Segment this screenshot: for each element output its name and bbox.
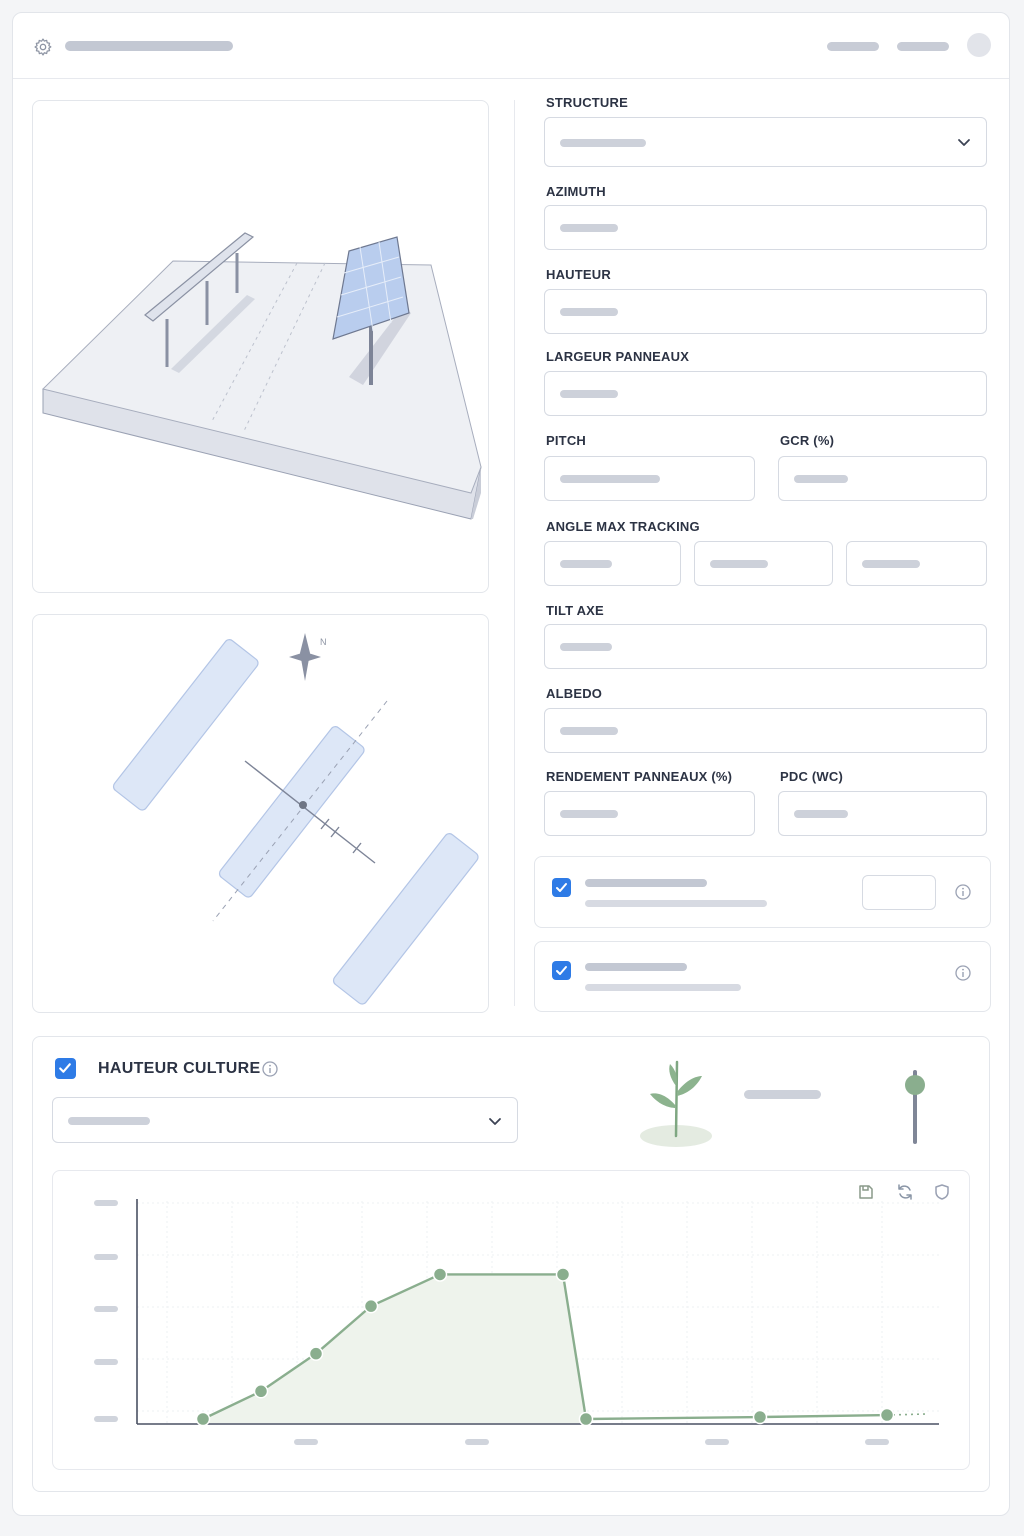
data-point <box>195 1411 211 1427</box>
y-tick-label <box>94 1359 118 1365</box>
largeur-field[interactable] <box>544 371 987 416</box>
culture-value-placeholder <box>744 1090 821 1099</box>
option-checkbox[interactable] <box>552 878 571 897</box>
culture-title: HAUTEUR CULTURE <box>98 1060 261 1077</box>
tilt-axe-label: TILT AXE <box>546 603 604 618</box>
plant-3d-view[interactable] <box>32 100 489 593</box>
culture-select[interactable] <box>52 1097 518 1143</box>
largeur-label: LARGEUR PANNEAUX <box>546 349 690 364</box>
solar-array-3d-illustration <box>42 232 482 520</box>
app-title-placeholder <box>65 41 233 51</box>
chevron-down-icon <box>489 1118 501 1125</box>
y-tick-label <box>94 1416 118 1422</box>
chart-plot <box>94 1199 939 1445</box>
check-icon <box>59 1063 71 1073</box>
azimuth-label: AZIMUTH <box>546 184 606 199</box>
slider-handle[interactable] <box>905 1074 925 1095</box>
info-icon[interactable] <box>955 884 971 900</box>
azimuth-field[interactable] <box>544 205 987 250</box>
gcr-label: GCR (%) <box>780 433 835 448</box>
nav-link-placeholder[interactable] <box>897 42 949 51</box>
x-tick-label <box>294 1439 318 1445</box>
y-tick-label <box>94 1254 118 1260</box>
pdc-label: PDC (WC) <box>780 769 843 784</box>
panel-row <box>332 833 479 1005</box>
rendement-label: RENDEMENT PANNEAUX (%) <box>546 769 733 784</box>
series-area <box>203 1274 586 1423</box>
x-tick-label <box>865 1439 889 1445</box>
data-point <box>432 1267 448 1282</box>
x-tick-label <box>705 1439 729 1445</box>
hauteur-label: HAUTEUR <box>546 267 611 282</box>
culture-checkbox[interactable] <box>55 1058 76 1079</box>
nav-link-placeholder[interactable] <box>827 42 879 51</box>
panel-row <box>112 639 259 811</box>
check-icon <box>556 966 567 975</box>
plant-layout-2d-view[interactable]: N <box>32 614 489 1013</box>
panel-row <box>218 726 365 898</box>
angle-tracking-field-1[interactable] <box>544 541 681 586</box>
avatar[interactable] <box>967 33 991 57</box>
option-title-placeholder <box>585 879 707 887</box>
chevron-down-icon <box>958 139 970 146</box>
option-value-field[interactable] <box>862 875 936 910</box>
tilt-axe-field[interactable] <box>544 624 987 669</box>
y-tick-label <box>94 1200 118 1206</box>
structure-select[interactable] <box>544 117 987 167</box>
option-checkbox[interactable] <box>552 961 571 980</box>
option-row <box>534 941 991 1012</box>
info-icon[interactable] <box>955 965 971 981</box>
data-point <box>555 1267 571 1282</box>
data-point <box>253 1384 269 1399</box>
structure-label: STRUCTURE <box>546 95 628 110</box>
data-point <box>308 1346 324 1361</box>
angle-tracking-field-3[interactable] <box>846 541 987 586</box>
column-divider <box>514 100 515 1006</box>
albedo-field[interactable] <box>544 708 987 753</box>
y-tick-label <box>94 1306 118 1312</box>
plant-icon <box>640 1060 712 1147</box>
data-point <box>363 1298 379 1314</box>
info-icon[interactable] <box>262 1061 278 1077</box>
rendement-field[interactable] <box>544 791 755 836</box>
top-bar <box>13 13 1009 79</box>
option-subtitle-placeholder <box>585 984 741 991</box>
culture-height-chart[interactable] <box>52 1170 970 1470</box>
x-tick-label <box>465 1439 489 1445</box>
pdc-field[interactable] <box>778 791 987 836</box>
data-point <box>578 1411 594 1427</box>
option-subtitle-placeholder <box>585 900 767 907</box>
pitch-field[interactable] <box>544 456 755 501</box>
layout-illustration: N <box>112 633 479 1005</box>
gear-icon[interactable] <box>33 37 53 57</box>
albedo-label: ALBEDO <box>546 686 603 701</box>
option-row <box>534 856 991 928</box>
culture-slider[interactable] <box>905 1070 925 1144</box>
hauteur-field[interactable] <box>544 289 987 334</box>
data-point <box>752 1409 768 1425</box>
angle-tracking-label: ANGLE MAX TRACKING <box>546 519 700 534</box>
compass-north-label: N <box>320 637 327 647</box>
angle-tracking-field-2[interactable] <box>694 541 833 586</box>
compass-icon <box>289 633 321 681</box>
check-icon <box>556 883 567 892</box>
data-point <box>879 1407 895 1423</box>
gcr-field[interactable] <box>778 456 987 501</box>
option-title-placeholder <box>585 963 687 971</box>
pitch-label: PITCH <box>546 433 586 448</box>
